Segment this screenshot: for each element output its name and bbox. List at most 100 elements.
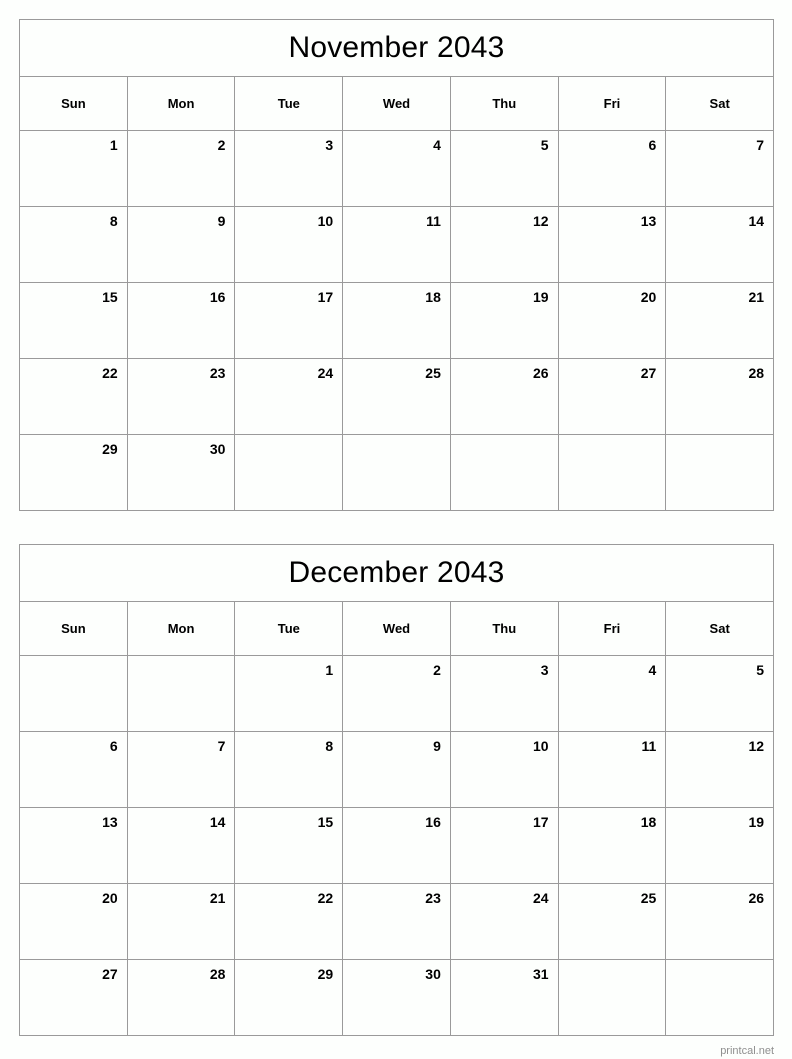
day-cell[interactable]: 3 bbox=[450, 656, 559, 732]
day-cell[interactable]: 4 bbox=[558, 656, 667, 732]
day-number: 25 bbox=[640, 890, 657, 906]
day-cell[interactable]: 8 bbox=[235, 732, 344, 808]
month-block-separator bbox=[19, 511, 774, 544]
day-number: 8 bbox=[325, 738, 334, 754]
day-cell[interactable]: 17 bbox=[450, 808, 559, 884]
day-cell[interactable]: 28 bbox=[127, 960, 236, 1036]
day-cell[interactable]: 18 bbox=[343, 283, 451, 359]
day-cell[interactable]: 16 bbox=[343, 808, 451, 884]
weekday-header-mon: Mon bbox=[127, 77, 236, 131]
day-cell[interactable]: 19 bbox=[450, 283, 559, 359]
week-row: 13 14 15 16 17 18 19 bbox=[20, 808, 775, 884]
day-cell[interactable]: 6 bbox=[20, 732, 128, 808]
month-title-row: December 2043 bbox=[20, 545, 774, 602]
day-cell[interactable]: 9 bbox=[343, 732, 451, 808]
day-cell[interactable]: 9 bbox=[127, 207, 236, 283]
day-cell-empty bbox=[666, 960, 775, 1036]
day-cell[interactable]: 12 bbox=[666, 732, 775, 808]
calendar-page: November 2043 Sun Mon Tue Wed Thu Fri Sa… bbox=[0, 0, 792, 1057]
day-cell[interactable]: 13 bbox=[558, 207, 667, 283]
day-cell[interactable]: 31 bbox=[450, 960, 559, 1036]
day-cell[interactable]: 26 bbox=[666, 884, 775, 960]
weekday-label: Wed bbox=[382, 621, 411, 636]
day-cell[interactable]: 20 bbox=[20, 884, 128, 960]
day-number: 23 bbox=[425, 890, 441, 906]
day-cell[interactable]: 20 bbox=[558, 283, 667, 359]
day-cell[interactable]: 1 bbox=[235, 656, 344, 732]
day-number: 31 bbox=[533, 966, 549, 982]
day-cell[interactable]: 30 bbox=[343, 960, 451, 1036]
day-cell[interactable]: 26 bbox=[450, 359, 559, 435]
day-cell[interactable]: 14 bbox=[127, 808, 236, 884]
day-cell[interactable]: 5 bbox=[450, 131, 559, 207]
day-cell[interactable]: 21 bbox=[666, 283, 775, 359]
day-cell[interactable]: 23 bbox=[127, 359, 236, 435]
day-cell[interactable]: 11 bbox=[558, 732, 667, 808]
day-cell[interactable]: 29 bbox=[235, 960, 344, 1036]
day-cell[interactable]: 22 bbox=[235, 884, 344, 960]
week-row: 1 2 3 4 5 bbox=[20, 656, 775, 732]
weekday-label: Fri bbox=[603, 96, 621, 111]
weekday-header-tue: Tue bbox=[235, 602, 344, 656]
day-cell[interactable]: 25 bbox=[343, 359, 451, 435]
week-row: 1 2 3 4 5 6 7 bbox=[20, 131, 775, 207]
day-cell[interactable]: 7 bbox=[666, 131, 775, 207]
day-cell[interactable]: 10 bbox=[450, 732, 559, 808]
day-number: 14 bbox=[209, 814, 226, 830]
day-cell[interactable]: 23 bbox=[343, 884, 451, 960]
day-cell[interactable]: 5 bbox=[666, 656, 775, 732]
day-cell[interactable]: 30 bbox=[127, 435, 236, 511]
day-cell[interactable]: 24 bbox=[235, 359, 344, 435]
day-number: 12 bbox=[748, 738, 765, 754]
day-number: 29 bbox=[317, 966, 334, 982]
day-cell[interactable]: 17 bbox=[235, 283, 344, 359]
day-cell[interactable]: 8 bbox=[20, 207, 128, 283]
page-title: December 2043 bbox=[288, 556, 505, 589]
day-number: 1 bbox=[325, 662, 334, 678]
day-cell[interactable]: 2 bbox=[127, 131, 236, 207]
day-cell[interactable]: 3 bbox=[235, 131, 344, 207]
day-cell[interactable]: 2 bbox=[343, 656, 451, 732]
weekday-label: Sat bbox=[709, 621, 730, 636]
month-title-row: November 2043 bbox=[20, 20, 774, 77]
day-cell[interactable]: 21 bbox=[127, 884, 236, 960]
day-cell-empty bbox=[558, 435, 667, 511]
day-cell[interactable]: 25 bbox=[558, 884, 667, 960]
day-cell[interactable]: 7 bbox=[127, 732, 236, 808]
day-cell[interactable]: 27 bbox=[20, 960, 128, 1036]
day-cell[interactable]: 18 bbox=[558, 808, 667, 884]
day-number: 9 bbox=[433, 738, 441, 754]
week-row: 22 23 24 25 26 27 28 bbox=[20, 359, 775, 435]
day-number: 24 bbox=[317, 365, 334, 381]
day-cell[interactable]: 12 bbox=[450, 207, 559, 283]
day-number: 28 bbox=[209, 966, 226, 982]
day-cell-empty bbox=[127, 656, 236, 732]
day-cell[interactable]: 15 bbox=[20, 283, 128, 359]
day-cell[interactable]: 28 bbox=[666, 359, 775, 435]
day-cell[interactable]: 22 bbox=[20, 359, 128, 435]
day-cell[interactable]: 16 bbox=[127, 283, 236, 359]
day-cell[interactable]: 11 bbox=[343, 207, 451, 283]
weekday-label: Thu bbox=[492, 96, 517, 111]
day-number: 20 bbox=[640, 289, 657, 305]
day-cell[interactable]: 10 bbox=[235, 207, 344, 283]
day-number: 12 bbox=[533, 213, 549, 229]
day-cell[interactable]: 29 bbox=[20, 435, 128, 511]
weekday-header-thu: Thu bbox=[450, 77, 559, 131]
day-cell[interactable]: 27 bbox=[558, 359, 667, 435]
day-cell[interactable]: 24 bbox=[450, 884, 559, 960]
weekday-header-thu: Thu bbox=[450, 602, 559, 656]
weekday-header-sun: Sun bbox=[20, 602, 128, 656]
day-cell[interactable]: 13 bbox=[20, 808, 128, 884]
weekday-label: Fri bbox=[603, 621, 621, 636]
weekday-label: Mon bbox=[167, 96, 195, 111]
day-number: 20 bbox=[102, 890, 118, 906]
day-number: 13 bbox=[640, 213, 657, 229]
day-cell[interactable]: 19 bbox=[666, 808, 775, 884]
day-cell[interactable]: 1 bbox=[20, 131, 128, 207]
day-cell[interactable]: 6 bbox=[558, 131, 667, 207]
day-cell[interactable]: 14 bbox=[666, 207, 775, 283]
weekday-header-fri: Fri bbox=[558, 77, 667, 131]
day-cell[interactable]: 4 bbox=[343, 131, 451, 207]
day-cell[interactable]: 15 bbox=[235, 808, 344, 884]
